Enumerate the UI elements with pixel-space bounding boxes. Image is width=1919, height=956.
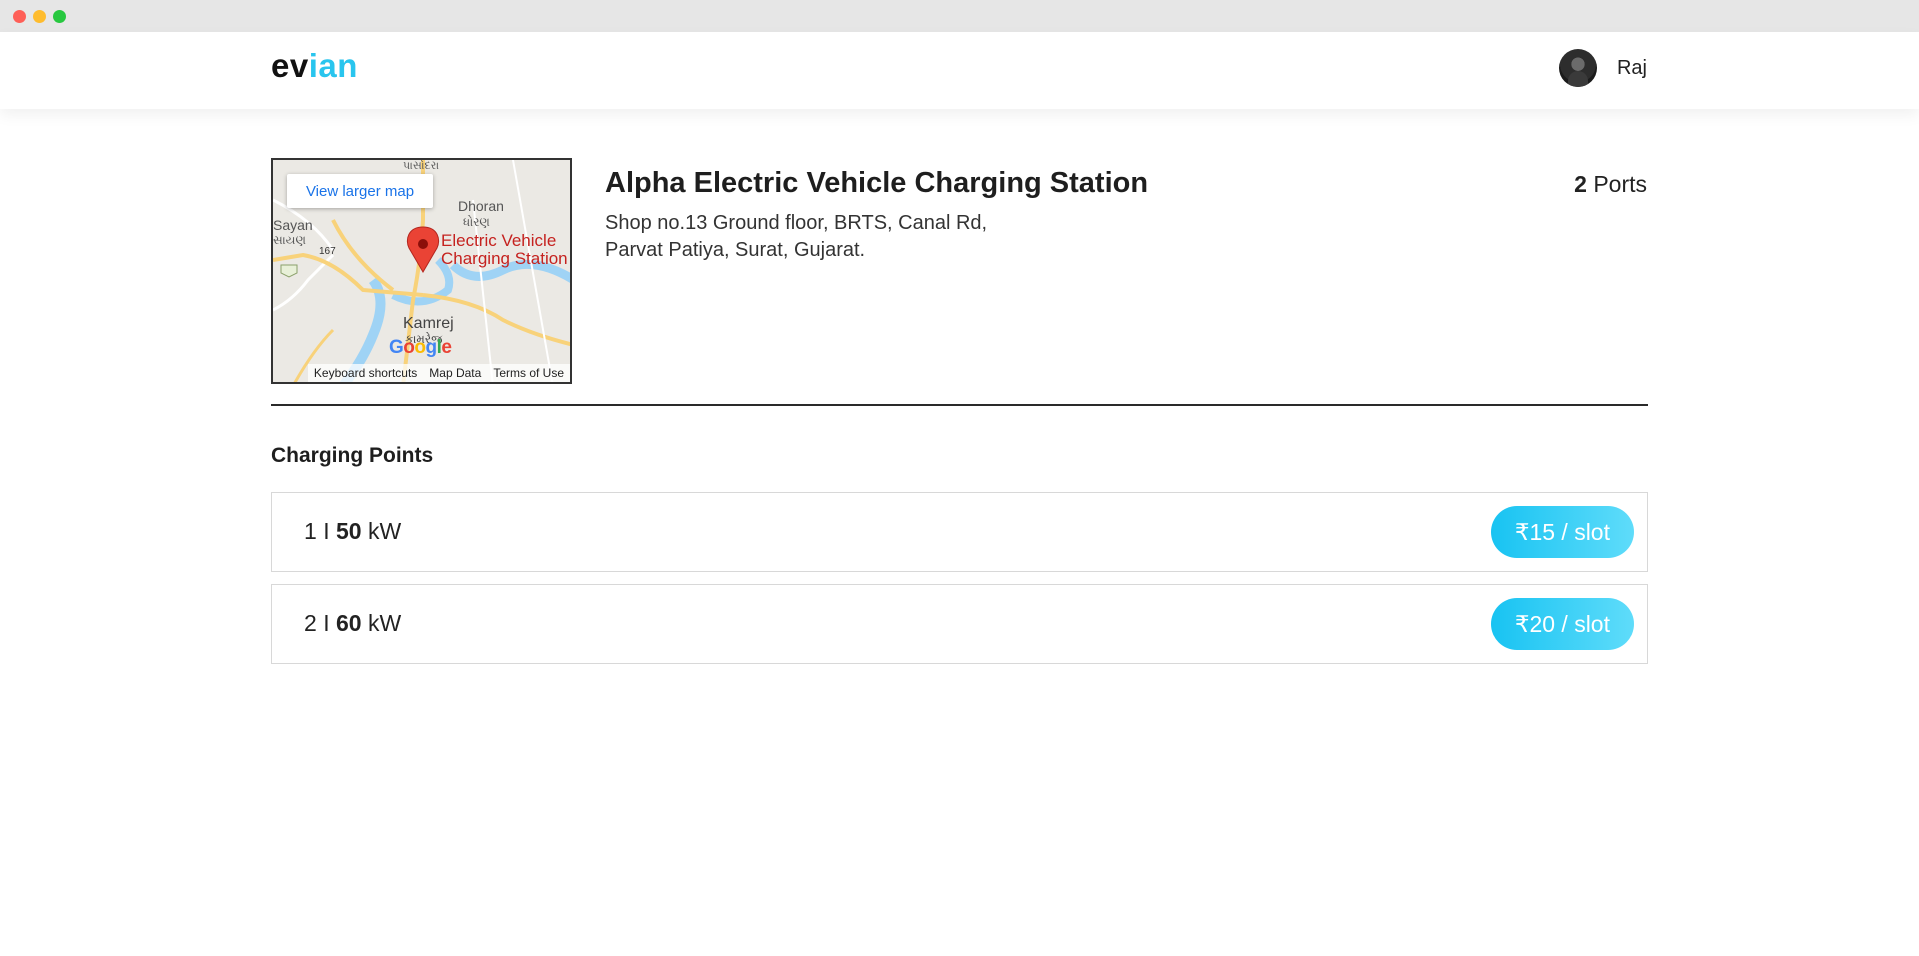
keyboard-shortcuts-link[interactable]: Keyboard shortcuts <box>307 364 424 382</box>
map-label-dhoran: Dhoran <box>458 198 504 214</box>
section-divider <box>271 404 1648 406</box>
charging-point-separator: I <box>323 610 330 636</box>
avatar[interactable] <box>1558 49 1597 87</box>
google-logo-letter: o <box>403 337 415 358</box>
google-logo-letter: G <box>389 337 404 358</box>
map-footer: Keyboard shortcuts Map Data Terms of Use <box>273 364 570 382</box>
station-title: Alpha Electric Vehicle Charging Station <box>605 167 1149 199</box>
charging-point-info: 2 I 60 kW <box>304 610 401 637</box>
logo-part-ev: ev <box>271 47 309 84</box>
logo-part-ian: ian <box>308 47 358 84</box>
charging-point-info: 1 I 50 kW <box>304 518 401 545</box>
close-window-button[interactable] <box>13 10 26 23</box>
user-name[interactable]: Raj <box>1617 57 1647 80</box>
minimize-window-button[interactable] <box>33 10 46 23</box>
charging-point-power: 60 <box>335 610 362 636</box>
charging-point-separator: I <box>323 518 330 544</box>
maximize-window-button[interactable] <box>53 10 66 23</box>
charging-point-unit: kW <box>367 610 402 636</box>
map-poi-line2: Charging Station <box>441 249 568 268</box>
map-poi-line1: Electric Vehicle <box>441 231 557 250</box>
charging-point-card: 1 I 50 kW ₹15 / slot <box>271 492 1648 572</box>
book-slot-button[interactable]: ₹15 / slot <box>1490 506 1634 558</box>
charging-points-heading: Charging Points <box>271 444 434 467</box>
charging-point-power: 50 <box>335 518 362 544</box>
charging-point-unit: kW <box>367 518 402 544</box>
charging-point-card: 2 I 60 kW ₹20 / slot <box>271 584 1648 664</box>
book-slot-button[interactable]: ₹20 / slot <box>1490 598 1634 650</box>
window-titlebar <box>0 0 1919 32</box>
charging-point-number: 2 <box>304 610 317 636</box>
map-data-link[interactable]: Map Data <box>423 364 488 382</box>
top-navbar: evian Raj <box>0 32 1919 109</box>
map-label-dhoran-gu: ધોરણ <box>463 215 490 229</box>
address-line-2: Parvat Patiya, Surat, Gujarat. <box>605 239 866 261</box>
charging-point-number: 1 <box>304 518 317 544</box>
map-label-top-gu: પાસોદરા <box>403 160 440 172</box>
google-logo-letter: o <box>414 337 426 358</box>
google-logo-letter: e <box>441 337 452 358</box>
station-map[interactable]: Dhoran ધોરણ Sayan સાયણ 167 પાસોદરા Kamre… <box>271 158 572 384</box>
address-line-1: Shop no.13 Ground floor, BRTS, Canal Rd, <box>605 212 988 234</box>
ports-count: 2 Ports <box>1574 171 1647 198</box>
ports-label: Ports <box>1593 171 1647 197</box>
google-logo-letter: g <box>425 337 438 358</box>
map-poi-label[interactable]: Electric Vehicle Charging Station <box>441 232 568 268</box>
terms-of-use-link[interactable]: Terms of Use <box>487 364 570 382</box>
map-route-shield: 167 <box>319 246 336 257</box>
view-larger-map-link[interactable]: View larger map <box>287 174 433 208</box>
map-label-sayan-gu: સાયણ <box>273 233 306 247</box>
station-address: Shop no.13 Ground floor, BRTS, Canal Rd,… <box>605 210 1105 264</box>
user-menu[interactable]: Raj <box>1558 49 1647 87</box>
map-label-sayan: Sayan <box>273 217 313 233</box>
map-label-kamrej: Kamrej <box>403 315 454 332</box>
brand-logo[interactable]: evian <box>271 47 358 85</box>
ports-number: 2 <box>1574 171 1587 197</box>
google-logo: Google <box>389 337 452 359</box>
